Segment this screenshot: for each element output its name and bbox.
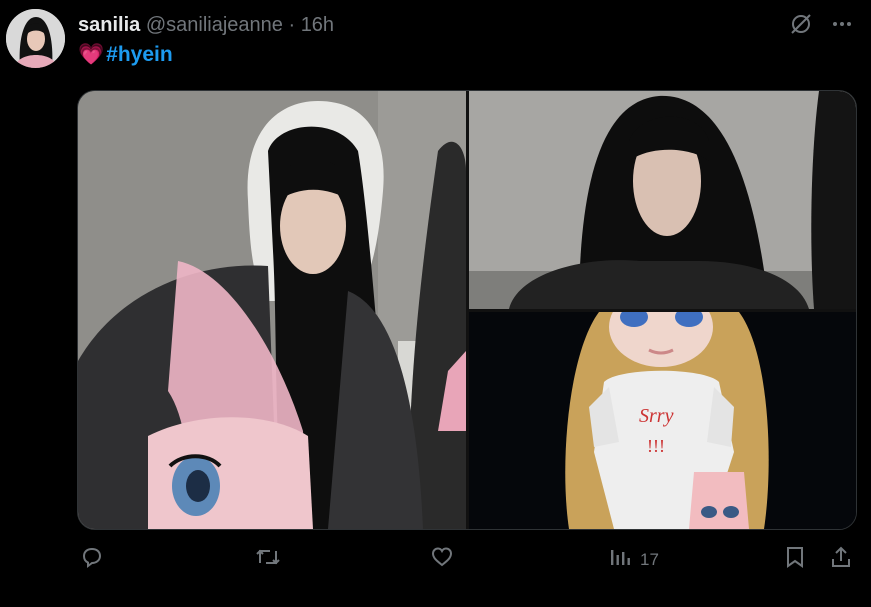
hashtag-link[interactable]: #hyein: [106, 43, 173, 67]
action-bar: 17: [0, 545, 871, 581]
retweet-icon: [255, 545, 281, 574]
views-button[interactable]: 17: [608, 545, 659, 574]
reply-button[interactable]: [80, 545, 104, 574]
post-text: 💗 #hyein: [78, 43, 173, 67]
user-handle[interactable]: @saniliajeanne: [146, 14, 283, 36]
media-grid: Srry !!!: [77, 90, 857, 530]
separator-dot: ·: [288, 14, 296, 36]
header-actions: [789, 12, 853, 41]
like-icon: [430, 545, 454, 574]
svg-text:Srry: Srry: [639, 405, 674, 427]
svg-text:!!!: !!!: [647, 436, 665, 456]
post-header: sanilia @saniliajeanne · 16h: [78, 12, 334, 38]
reply-icon: [80, 545, 104, 574]
share-icon: [830, 545, 852, 574]
like-button[interactable]: [430, 545, 454, 574]
heart-emoji: 💗: [78, 43, 105, 66]
photo-1[interactable]: [78, 91, 466, 529]
photo-3[interactable]: Srry !!!: [469, 312, 856, 529]
grok-icon[interactable]: [789, 12, 813, 41]
bookmark-icon: [784, 545, 806, 574]
avatar[interactable]: [6, 9, 65, 68]
retweet-button[interactable]: [255, 545, 281, 574]
bookmark-button[interactable]: [784, 545, 806, 574]
views-icon: [608, 545, 632, 574]
post-time[interactable]: 16h: [301, 14, 334, 36]
share-button[interactable]: [830, 545, 852, 574]
views-count: 17: [640, 549, 659, 569]
photo-2[interactable]: [469, 91, 856, 309]
more-icon[interactable]: [831, 13, 853, 40]
avatar-image: [6, 9, 65, 68]
display-name[interactable]: sanilia: [78, 14, 140, 36]
